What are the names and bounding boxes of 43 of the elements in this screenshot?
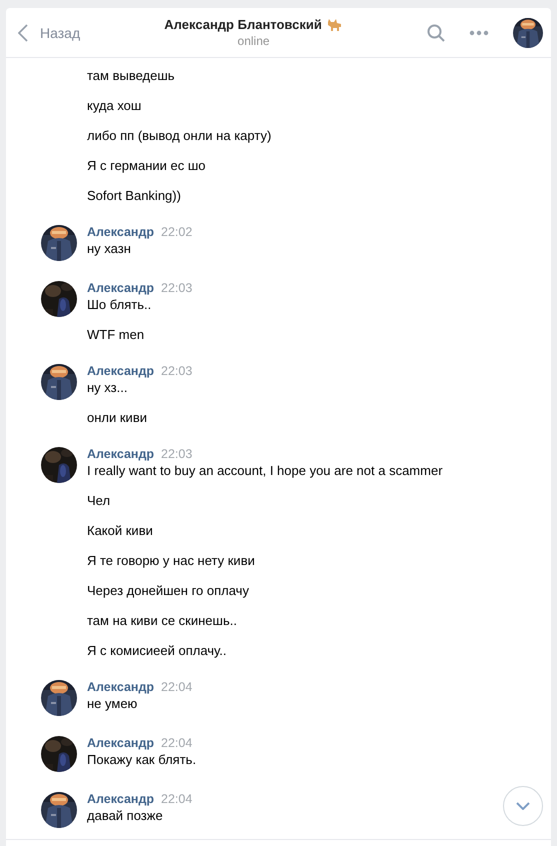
message-text: Какой киви xyxy=(87,522,154,540)
message-text: Чел xyxy=(87,492,112,510)
message-time: 22:03 xyxy=(161,447,192,461)
message-time: 22:02 xyxy=(161,225,192,239)
message-text: I really want to buy an account, I hope you are not a scammer xyxy=(87,462,443,480)
author-name[interactable]: Александр xyxy=(87,447,154,461)
dog-icon xyxy=(326,18,343,32)
message-text: либо пп (вывод онли на карту) xyxy=(87,127,272,145)
author-name[interactable]: Александр xyxy=(87,281,154,295)
author-name[interactable]: Александр xyxy=(87,225,154,239)
message-text: не умею xyxy=(87,695,138,713)
message-text: Покажу как блять. xyxy=(87,751,196,769)
message-text: Я с германии ес шо xyxy=(87,157,207,175)
message-time: 22:03 xyxy=(161,364,192,378)
message-text: там на киви се скинешь.. xyxy=(87,612,238,630)
chat-title: Александр Блантовский xyxy=(164,17,322,32)
scroll-down-button[interactable] xyxy=(503,786,543,826)
message-time: 22:04 xyxy=(161,792,192,806)
author-name[interactable]: Александр xyxy=(87,680,154,694)
message-text: Я те говорю у нас нету киви xyxy=(87,552,256,570)
message-text: Я с комисиеей оплачу.. xyxy=(87,642,228,660)
message-text: давай позже xyxy=(87,807,164,825)
chevron-icon xyxy=(18,24,28,42)
message-text: куда хош xyxy=(87,97,142,115)
online-status: online xyxy=(238,34,270,48)
message-text: Шо блять.. xyxy=(87,296,152,314)
message-text: онли киви xyxy=(87,409,148,427)
message-time: 22:04 xyxy=(161,680,192,694)
author-name[interactable]: Александр xyxy=(87,792,154,806)
message-text: WTF men xyxy=(87,326,146,344)
more-icon[interactable] xyxy=(469,30,489,36)
chevron-icon xyxy=(516,802,530,810)
message-text: ну хз... xyxy=(87,379,128,397)
author-name[interactable]: Александр xyxy=(87,736,154,750)
message-text: там выведешь xyxy=(87,67,176,85)
search-icon[interactable] xyxy=(427,24,445,42)
message-time: 22:03 xyxy=(161,281,192,295)
message-text: ну хазн xyxy=(87,240,132,258)
author-name[interactable]: Александр xyxy=(87,364,154,378)
message-text: Через донейшен го оплачу xyxy=(87,582,250,600)
message-time: 22:04 xyxy=(161,736,192,750)
message-text: Sofort Banking)) xyxy=(87,187,182,205)
back-button[interactable]: Назад xyxy=(18,24,80,42)
